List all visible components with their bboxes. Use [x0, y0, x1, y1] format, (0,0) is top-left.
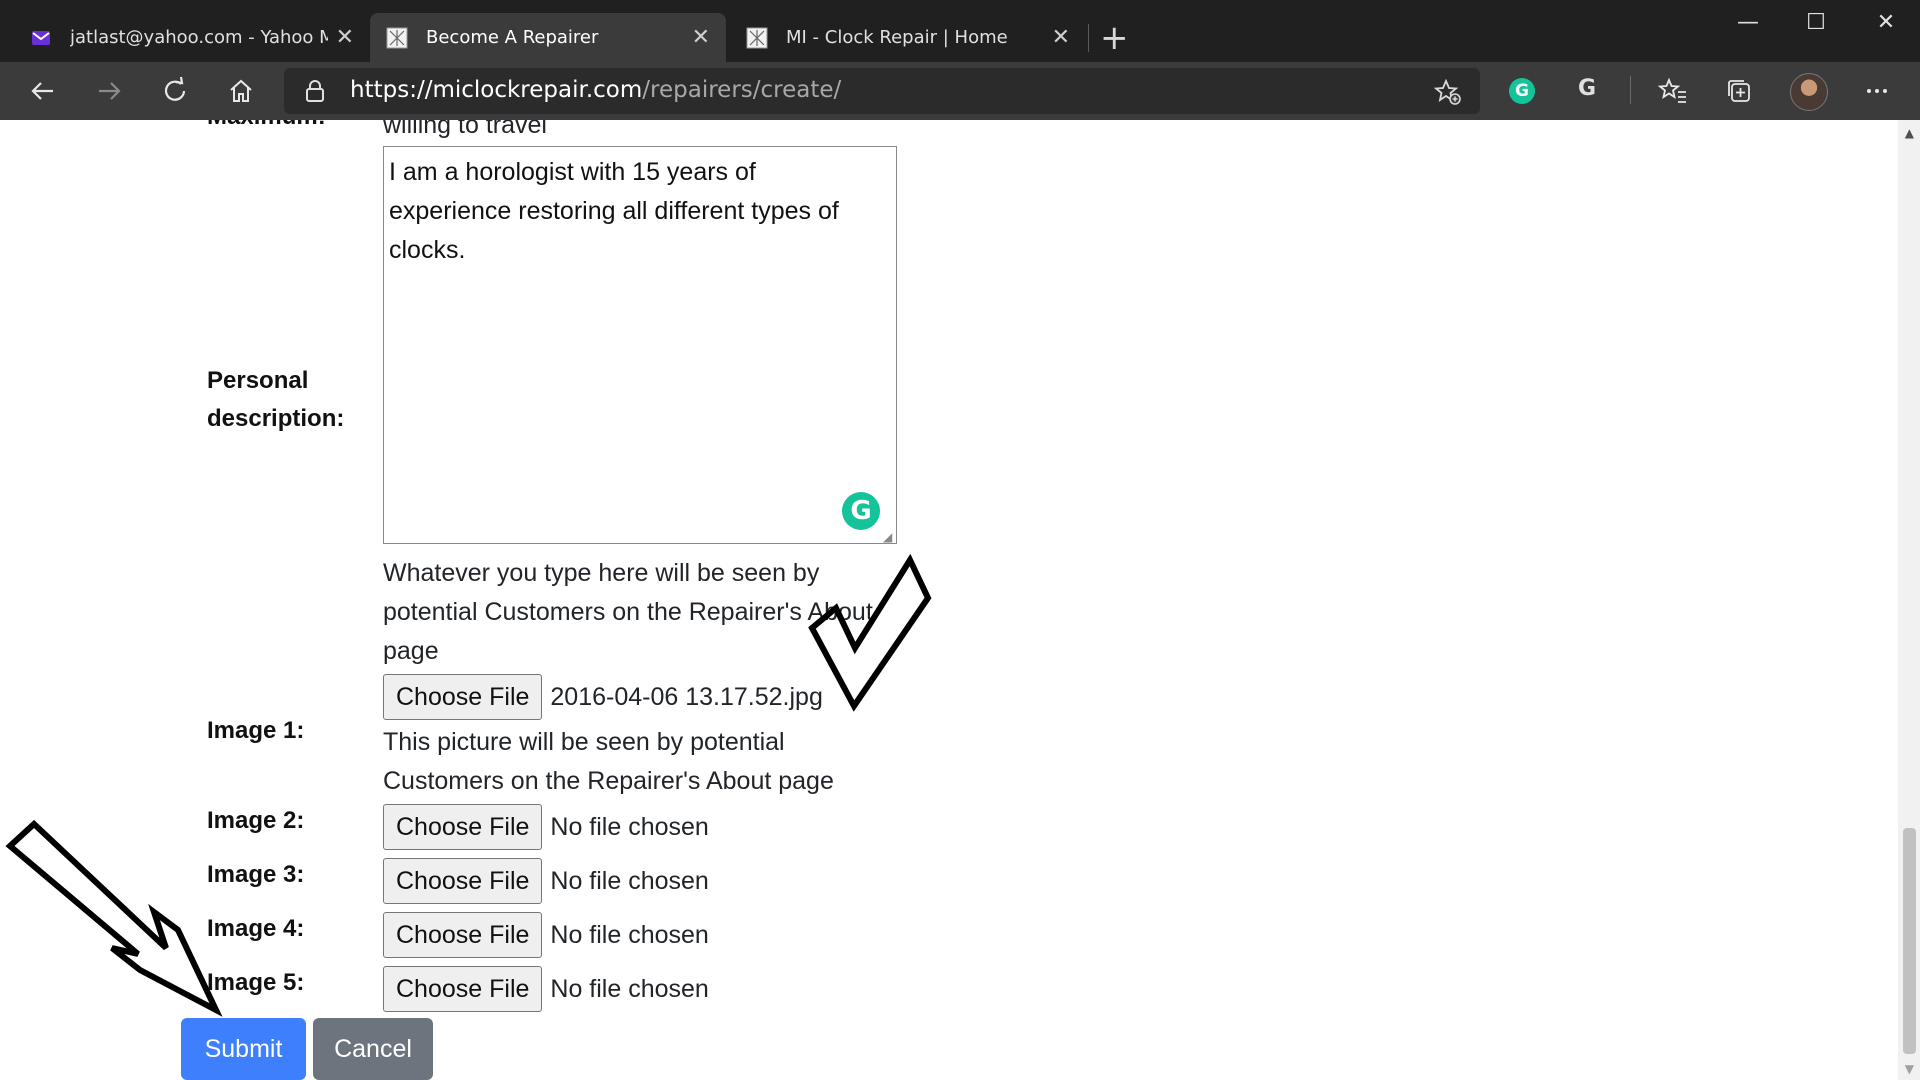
- mail-icon: [30, 27, 52, 49]
- toolbar-divider: [1630, 76, 1631, 104]
- field-label-maximum: Maximum:: [207, 120, 326, 136]
- tab-become-a-repairer[interactable]: Become A Repairer ✕: [370, 13, 726, 62]
- resize-handle-icon[interactable]: ◢: [883, 530, 895, 544]
- field-label-image-5: Image 5:: [207, 969, 305, 996]
- favorites-icon[interactable]: [1657, 76, 1688, 106]
- address-bar[interactable]: https://miclockrepair.com/repairers/crea…: [284, 68, 1480, 114]
- extension-g-icon[interactable]: G: [1578, 76, 1596, 101]
- clock-site-icon: [746, 27, 768, 49]
- choose-file-button[interactable]: Choose File: [383, 912, 543, 958]
- lock-icon[interactable]: [304, 79, 326, 103]
- cancel-button[interactable]: Cancel: [313, 1018, 433, 1080]
- label-line: description:: [207, 405, 345, 432]
- field-label-image-4: Image 4:: [207, 915, 305, 942]
- close-icon[interactable]: ✕: [692, 25, 710, 50]
- choose-file-button[interactable]: Choose File: [383, 674, 543, 720]
- tab-bar: jatlast@yahoo.com - Yahoo Mail ✕ Become …: [0, 0, 1920, 62]
- help-line: Whatever you type here will be seen by: [383, 559, 820, 587]
- tab-label: Become A Repairer: [426, 27, 599, 48]
- url-host: https://miclockrepair.com: [350, 77, 643, 103]
- field-label-image-2: Image 2:: [207, 807, 305, 834]
- scrollbar-thumb[interactable]: [1903, 828, 1916, 1054]
- tab-yahoo-mail[interactable]: jatlast@yahoo.com - Yahoo Mail ✕: [14, 13, 370, 62]
- file-name: No file chosen: [550, 812, 709, 841]
- collections-icon[interactable]: [1724, 76, 1754, 106]
- file-name: No file chosen: [550, 866, 709, 895]
- profile-avatar[interactable]: [1790, 73, 1828, 111]
- close-window-button[interactable]: ✕: [1866, 10, 1906, 35]
- help-line: This picture will be seen by potential: [383, 728, 785, 756]
- image-1-file-input: Choose File 2016-04-06 13.17.52.jpg: [383, 674, 823, 720]
- back-icon[interactable]: [28, 76, 58, 106]
- forward-icon[interactable]: [94, 76, 124, 106]
- file-name: No file chosen: [550, 974, 709, 1003]
- image-4-file-input: Choose File No file chosen: [383, 912, 709, 958]
- image-5-file-input: Choose File No file chosen: [383, 966, 709, 1012]
- scroll-up-icon[interactable]: ▲: [1905, 126, 1914, 140]
- clock-site-icon: [386, 27, 408, 49]
- image-3-file-input: Choose File No file chosen: [383, 858, 709, 904]
- tab-label: MI - Clock Repair | Home: [786, 27, 1008, 48]
- more-menu-icon[interactable]: [1862, 76, 1892, 106]
- choose-file-button[interactable]: Choose File: [383, 966, 543, 1012]
- tab-mi-clock-repair-home[interactable]: MI - Clock Repair | Home ✕: [730, 13, 1086, 62]
- url-path: /repairers/create/: [642, 77, 842, 103]
- help-line: potential Customers on the Repairer's Ab…: [383, 598, 873, 626]
- personal-description-help: Whatever you type here will be seen by p…: [383, 554, 873, 671]
- image-2-file-input: Choose File No file chosen: [383, 804, 709, 850]
- file-name: No file chosen: [550, 920, 709, 949]
- close-icon[interactable]: ✕: [336, 25, 354, 50]
- label-line: Personal: [207, 367, 309, 394]
- arrow-annotation: [5, 820, 223, 1017]
- refresh-icon[interactable]: [160, 76, 190, 106]
- field-label-image-3: Image 3:: [207, 861, 305, 888]
- page-viewport: Maximum: willing to travel Personal desc…: [0, 120, 1898, 1080]
- personal-description-textarea[interactable]: I am a horologist with 15 years of exper…: [383, 146, 897, 544]
- add-favorite-icon[interactable]: [1433, 78, 1462, 106]
- help-line: page: [383, 637, 439, 665]
- new-tab-button[interactable]: +: [1100, 18, 1129, 58]
- grammarly-icon[interactable]: G: [842, 492, 880, 530]
- field-text-willing-to-travel: willing to travel: [383, 120, 547, 139]
- maximize-button[interactable]: ☐: [1796, 10, 1836, 35]
- file-name: 2016-04-06 13.17.52.jpg: [550, 682, 823, 711]
- browser-toolbar: https://miclockrepair.com/repairers/crea…: [0, 62, 1920, 120]
- field-label-image-1: Image 1:: [207, 717, 305, 744]
- tab-label: jatlast@yahoo.com - Yahoo Mail: [70, 27, 328, 48]
- home-icon[interactable]: [226, 76, 256, 106]
- help-line: Customers on the Repairer's About page: [383, 767, 834, 795]
- choose-file-button[interactable]: Choose File: [383, 858, 543, 904]
- url-text[interactable]: https://miclockrepair.com/repairers/crea…: [350, 77, 841, 103]
- tab-separator: [1088, 24, 1089, 52]
- close-icon[interactable]: ✕: [1052, 25, 1070, 50]
- image-1-help: This picture will be seen by potential C…: [383, 723, 834, 801]
- choose-file-button[interactable]: Choose File: [383, 804, 543, 850]
- field-label-personal-description: Personal description:: [207, 362, 344, 438]
- scroll-down-icon[interactable]: ▼: [1905, 1062, 1914, 1076]
- minimize-button[interactable]: —: [1728, 10, 1768, 35]
- grammarly-extension-icon[interactable]: G: [1509, 78, 1535, 104]
- submit-button[interactable]: Submit: [181, 1018, 306, 1080]
